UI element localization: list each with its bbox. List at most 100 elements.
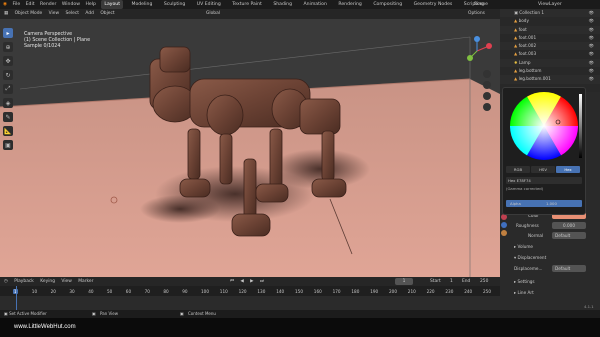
tab-shading[interactable]: Shading bbox=[270, 0, 295, 9]
timeline-body[interactable] bbox=[0, 286, 500, 310]
blender-logo-icon[interactable]: ◉ bbox=[3, 0, 7, 9]
settings-section[interactable]: ▸ Settings bbox=[514, 279, 535, 284]
outliner-item[interactable]: ▲ foot.003 👁 bbox=[500, 50, 600, 58]
alpha-field[interactable]: Alpha 1.000 bbox=[506, 200, 582, 207]
visibility-icon[interactable]: 👁 bbox=[589, 67, 594, 75]
displacement-field[interactable]: Default bbox=[552, 265, 586, 272]
displacement-section[interactable]: ▾ Displacement bbox=[514, 255, 546, 260]
ruler-tick-label: 200 bbox=[389, 289, 397, 294]
tab-layout[interactable]: Layout bbox=[101, 0, 124, 9]
view-layer-selector[interactable]: ViewLayer bbox=[538, 0, 562, 9]
visibility-icon[interactable]: 👁 bbox=[589, 17, 594, 25]
editor-type-icon[interactable]: ◷ bbox=[4, 277, 8, 286]
scene-selector[interactable]: Scene bbox=[474, 0, 488, 9]
tab-hsv[interactable]: HSV bbox=[531, 166, 555, 173]
ruler-tick-label: 210 bbox=[407, 289, 416, 294]
jump-start-icon[interactable]: ⏮ bbox=[230, 277, 234, 286]
menu-select[interactable]: Select bbox=[65, 9, 79, 19]
zoom-icon[interactable] bbox=[483, 70, 491, 78]
world-tab-icon[interactable] bbox=[501, 230, 507, 236]
tab-texture-paint[interactable]: Texture Paint bbox=[229, 0, 265, 9]
viewport-header: ▦ Object Mode View Select Add Object Glo… bbox=[0, 9, 500, 19]
play-reverse-icon[interactable]: ◀ bbox=[240, 277, 243, 286]
move-icon[interactable]: ✥ bbox=[3, 56, 13, 66]
ortho-toggle-icon[interactable] bbox=[483, 103, 491, 111]
play-icon[interactable]: ▶ bbox=[250, 277, 253, 286]
transform-orientation-select[interactable]: Global bbox=[206, 9, 220, 19]
ruler-tick-label: 90 bbox=[182, 289, 188, 294]
tab-modeling[interactable]: Modeling bbox=[128, 0, 155, 9]
start-field[interactable]: 1 bbox=[450, 277, 453, 286]
jump-end-icon[interactable]: ⏭ bbox=[260, 277, 264, 286]
end-label: End bbox=[462, 279, 471, 284]
menu-window[interactable]: Window bbox=[62, 0, 80, 9]
menu-add[interactable]: Add bbox=[85, 9, 94, 19]
visibility-icon[interactable]: 👁 bbox=[589, 26, 594, 34]
roughness-row: Roughness 0.000 bbox=[512, 222, 596, 229]
tab-animation[interactable]: Animation bbox=[300, 0, 329, 9]
playhead[interactable] bbox=[16, 286, 17, 310]
end-field[interactable]: 250 bbox=[480, 277, 488, 286]
outliner-item[interactable]: ▲ body 👁 bbox=[500, 17, 600, 25]
add-cube-icon[interactable]: ▣ bbox=[3, 140, 13, 150]
cursor-icon[interactable]: ⊕ bbox=[3, 42, 13, 52]
camera-view-icon[interactable] bbox=[483, 92, 491, 100]
texture-tab-icon[interactable] bbox=[501, 222, 507, 228]
hex-field[interactable]: Hex E78F74 bbox=[506, 177, 582, 184]
mode-selector[interactable]: Object Mode bbox=[15, 9, 43, 19]
menu-file[interactable]: File bbox=[12, 0, 20, 9]
visibility-icon[interactable]: 👁 bbox=[589, 59, 594, 67]
menu-keying[interactable]: Keying bbox=[40, 277, 55, 286]
visibility-icon[interactable]: 👁 bbox=[589, 34, 594, 42]
current-frame-field[interactable]: 1 bbox=[395, 278, 413, 285]
select-icon[interactable]: ▸ bbox=[3, 28, 13, 38]
rotate-icon[interactable]: ↻ bbox=[3, 70, 13, 80]
menu-help[interactable]: Help bbox=[85, 0, 95, 9]
ruler-tick-label: 40 bbox=[88, 289, 94, 294]
color-wheel[interactable] bbox=[506, 91, 582, 161]
normal-field[interactable]: Default bbox=[552, 232, 586, 239]
status-left: Set Active Modifier bbox=[9, 311, 47, 316]
volume-section[interactable]: ▸ Volume bbox=[514, 244, 533, 249]
editor-type-icon[interactable]: ▦ bbox=[4, 9, 8, 19]
visibility-icon[interactable]: 👁 bbox=[589, 9, 594, 17]
menu-object[interactable]: Object bbox=[100, 9, 114, 19]
tab-rendering[interactable]: Rendering bbox=[335, 0, 364, 9]
menu-view[interactable]: View bbox=[61, 277, 71, 286]
menu-marker[interactable]: Marker bbox=[78, 277, 93, 286]
outliner-item[interactable]: ✹ Lamp 👁 bbox=[500, 58, 600, 68]
menu-view[interactable]: View bbox=[49, 9, 59, 19]
tab-rgb[interactable]: RGB bbox=[506, 166, 530, 173]
outliner-item[interactable]: ▲ leg.bottom.001 👁 bbox=[500, 75, 600, 84]
outliner-item[interactable]: ▲ leg.bottom 👁 bbox=[500, 67, 600, 75]
visibility-icon[interactable]: 👁 bbox=[589, 42, 594, 50]
annotate-icon[interactable]: ✎ bbox=[3, 112, 13, 122]
tab-uv-editing[interactable]: UV Editing bbox=[194, 0, 224, 9]
tab-geometry-nodes[interactable]: Geometry Nodes bbox=[411, 0, 456, 9]
measure-icon[interactable]: 📐 bbox=[3, 126, 13, 136]
options-menu[interactable]: Options bbox=[468, 9, 485, 19]
outliner-item[interactable]: ▲ foot.002 👁 bbox=[500, 42, 600, 51]
outliner-item[interactable]: ▣ Collection 1 👁 bbox=[500, 9, 600, 18]
menu-render[interactable]: Render bbox=[40, 0, 56, 9]
pan-icon[interactable] bbox=[483, 81, 491, 89]
value-slider[interactable] bbox=[579, 94, 582, 158]
status-middle: Pan View bbox=[100, 311, 118, 316]
tab-hex[interactable]: Hex bbox=[556, 166, 580, 173]
tab-compositing[interactable]: Compositing bbox=[370, 0, 405, 9]
roughness-field[interactable]: 0.000 bbox=[552, 222, 586, 229]
lineart-section[interactable]: ▸ Line Art bbox=[514, 290, 534, 295]
visibility-icon[interactable]: 👁 bbox=[589, 50, 594, 58]
3d-viewport[interactable] bbox=[0, 19, 500, 277]
outliner-item[interactable]: ▲ foot.001 👁 bbox=[500, 34, 600, 42]
timeline-ruler[interactable]: 1102030405060708090100110120130140150160… bbox=[0, 286, 500, 296]
navigation-gizmo[interactable] bbox=[462, 36, 492, 66]
transform-icon[interactable]: ◈ bbox=[3, 98, 13, 108]
menu-playback[interactable]: Playback bbox=[14, 277, 34, 286]
outliner-item[interactable]: ▲ foot 👁 bbox=[500, 25, 600, 34]
menu-edit[interactable]: Edit bbox=[26, 0, 35, 9]
scale-icon[interactable]: ⤢ bbox=[3, 84, 13, 94]
tab-sculpting[interactable]: Sculpting bbox=[161, 0, 188, 9]
ruler-tick-label: 60 bbox=[125, 289, 132, 294]
visibility-icon[interactable]: 👁 bbox=[589, 75, 594, 83]
